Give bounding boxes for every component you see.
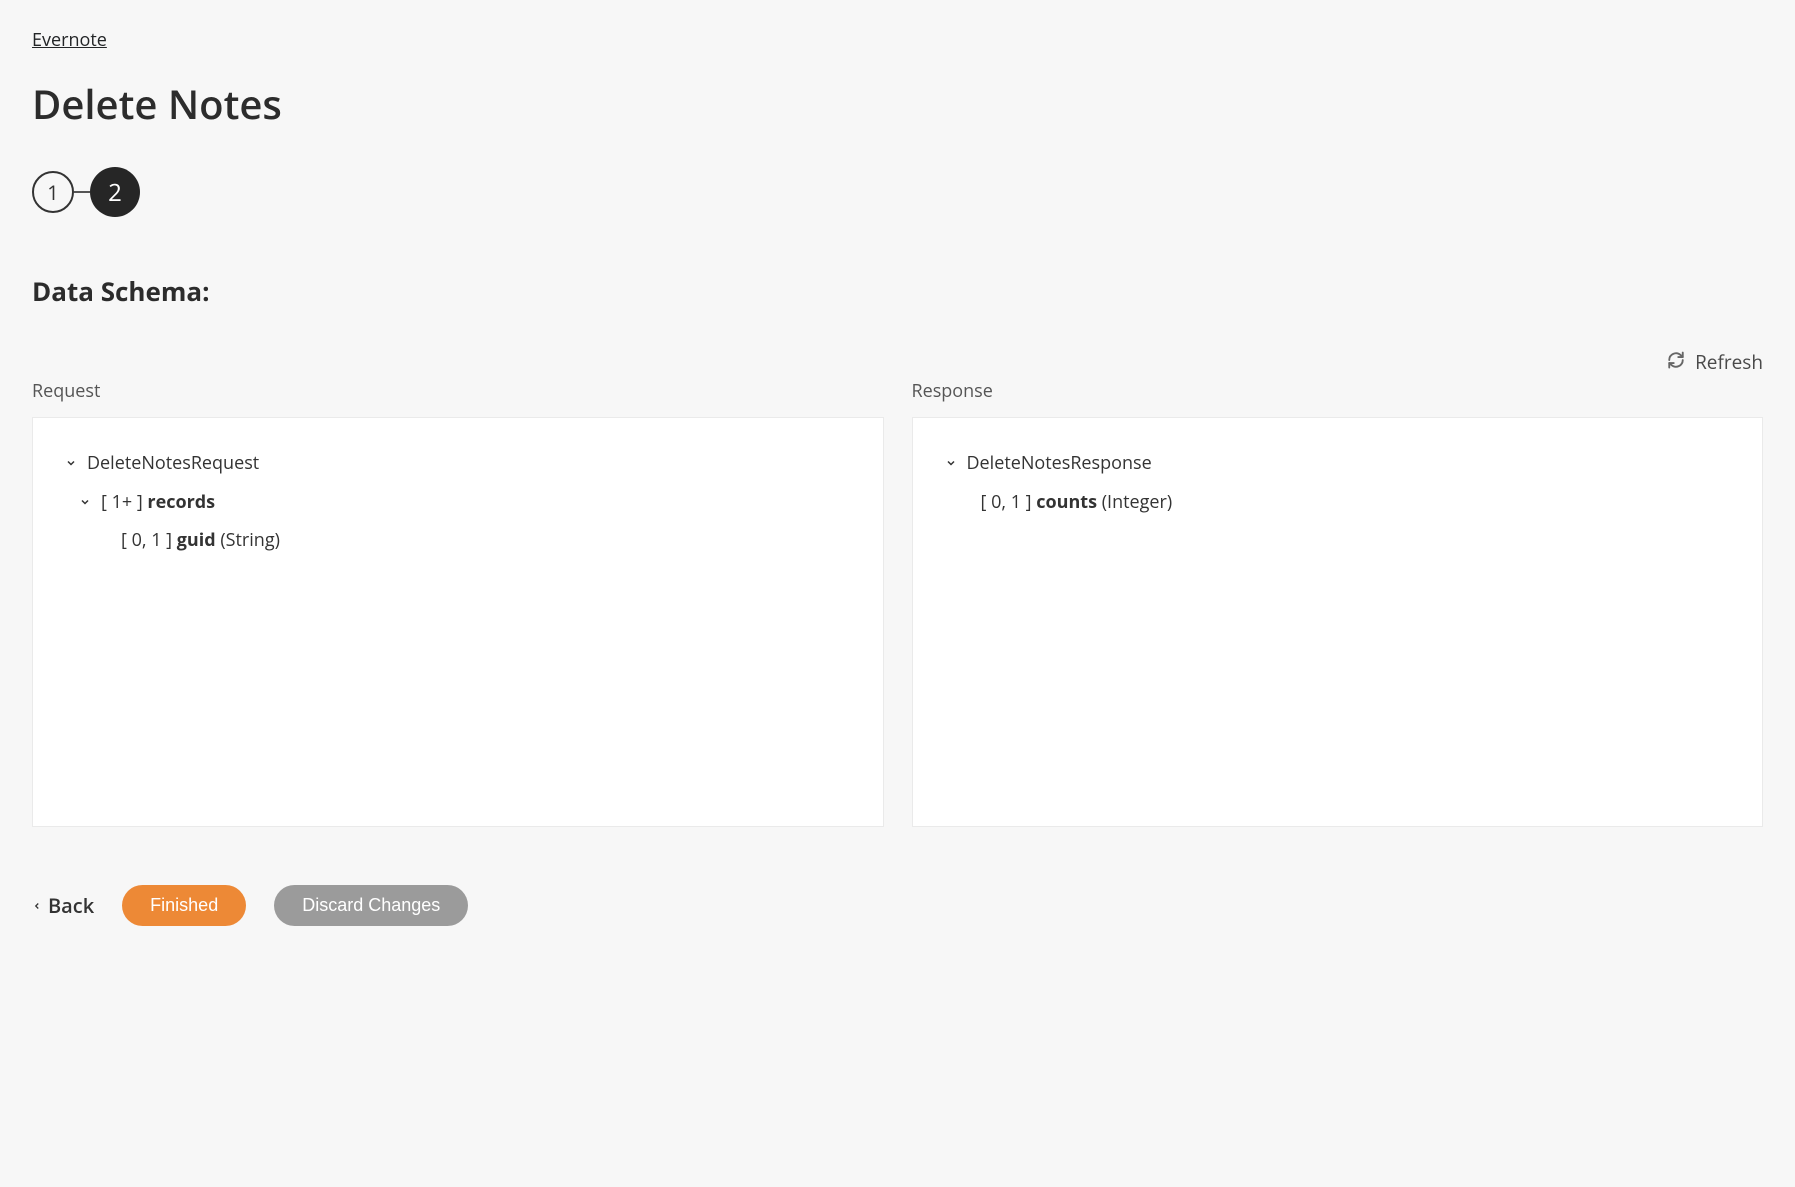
- response-panel: DeleteNotesResponse [ 0, 1 ] counts (Int…: [912, 417, 1764, 827]
- step-2[interactable]: 2: [90, 167, 140, 217]
- step-connector: [74, 191, 90, 193]
- request-guid-text: [ 0, 1 ] guid (String): [121, 525, 280, 556]
- response-root-name: DeleteNotesResponse: [967, 448, 1152, 479]
- response-counts-row[interactable]: [ 0, 1 ] counts (Integer): [943, 483, 1733, 522]
- refresh-icon: [1667, 349, 1685, 375]
- refresh-button[interactable]: Refresh: [1667, 349, 1763, 375]
- response-label: Response: [912, 379, 1764, 403]
- discard-changes-button[interactable]: Discard Changes: [274, 885, 468, 926]
- back-button[interactable]: Back: [32, 892, 94, 919]
- response-root-row[interactable]: DeleteNotesResponse: [943, 444, 1733, 483]
- finished-button[interactable]: Finished: [122, 885, 246, 926]
- request-root-row[interactable]: DeleteNotesRequest: [63, 444, 853, 483]
- request-records-row[interactable]: [ 1+ ] records: [63, 483, 853, 522]
- refresh-label: Refresh: [1695, 349, 1763, 375]
- request-label: Request: [32, 379, 884, 403]
- chevron-down-icon[interactable]: [943, 457, 959, 469]
- chevron-down-icon[interactable]: [63, 457, 79, 469]
- back-label: Back: [48, 892, 94, 919]
- breadcrumb-evernote[interactable]: Evernote: [32, 28, 107, 52]
- response-counts-text: [ 0, 1 ] counts (Integer): [981, 487, 1173, 518]
- request-records-text: [ 1+ ] records: [101, 487, 215, 518]
- page-title: Delete Notes: [32, 76, 1763, 131]
- step-1[interactable]: 1: [32, 171, 74, 213]
- request-panel: DeleteNotesRequest [ 1+ ] records [ 0, 1…: [32, 417, 884, 827]
- request-guid-row[interactable]: [ 0, 1 ] guid (String): [63, 521, 853, 560]
- chevron-left-icon: [32, 892, 42, 919]
- chevron-down-icon[interactable]: [77, 496, 93, 508]
- section-title: Data Schema:: [32, 273, 1763, 309]
- stepper: 1 2: [32, 167, 1763, 217]
- request-root-name: DeleteNotesRequest: [87, 448, 259, 479]
